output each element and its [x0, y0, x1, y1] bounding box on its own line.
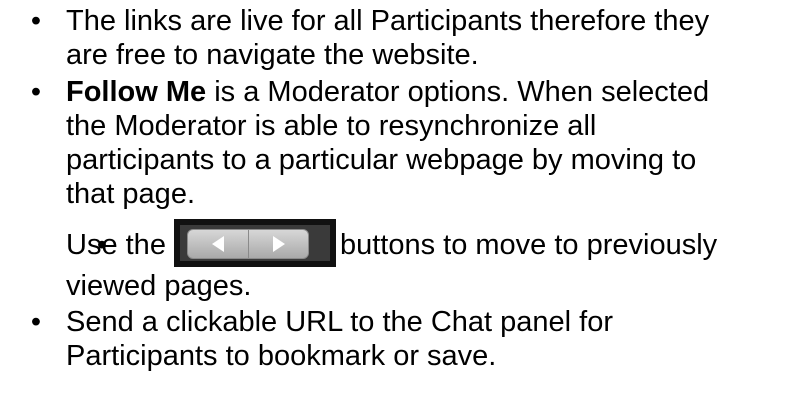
forward-button-icon — [247, 229, 309, 260]
list-item: • The links are live for all Participant… — [0, 4, 799, 72]
document-page: • The links are live for all Participant… — [0, 0, 799, 409]
bullet-list: • The links are live for all Participant… — [0, 0, 799, 373]
back-button-icon — [186, 229, 249, 260]
arrow-left-icon — [211, 236, 224, 253]
text-line: The links are live for all Participants … — [66, 5, 710, 37]
back-forward-buttons-image — [173, 219, 336, 268]
list-item: • Follow Me is a Moderator options. When… — [0, 75, 799, 211]
text-line: Send a clickable URL to the Chat panel f… — [66, 306, 614, 338]
text-line: that page. — [66, 178, 195, 210]
text-line: participants to a particular webpage by … — [66, 144, 697, 176]
arrow-right-icon — [272, 236, 285, 253]
text-line: Follow Me is a Moderator options. When s… — [66, 75, 799, 109]
text-line: are free to navigate the website. — [66, 39, 479, 71]
bullet-dot: • — [30, 5, 42, 37]
text-fragment: buttons to move to previously — [339, 229, 718, 261]
text-fragment: is a Moderator options. When selected — [206, 76, 710, 108]
text-line: • Use the buttons to move to previously — [66, 219, 799, 269]
text-line: the Moderator is able to resynchronize a… — [66, 110, 597, 142]
list-item: • Send a clickable URL to the Chat panel… — [0, 305, 799, 373]
follow-me-label: Follow Me — [66, 76, 207, 108]
bullet-dot: • — [30, 306, 42, 338]
text-line: viewed pages. — [66, 270, 252, 302]
text-line: Participants to bookmark or save. — [66, 340, 497, 372]
text-fragment: Use the — [66, 229, 166, 261]
bullet-dot: • — [96, 229, 108, 261]
list-item: • Use the buttons to move to previously v… — [0, 219, 799, 303]
bullet-dot: • — [30, 76, 42, 108]
